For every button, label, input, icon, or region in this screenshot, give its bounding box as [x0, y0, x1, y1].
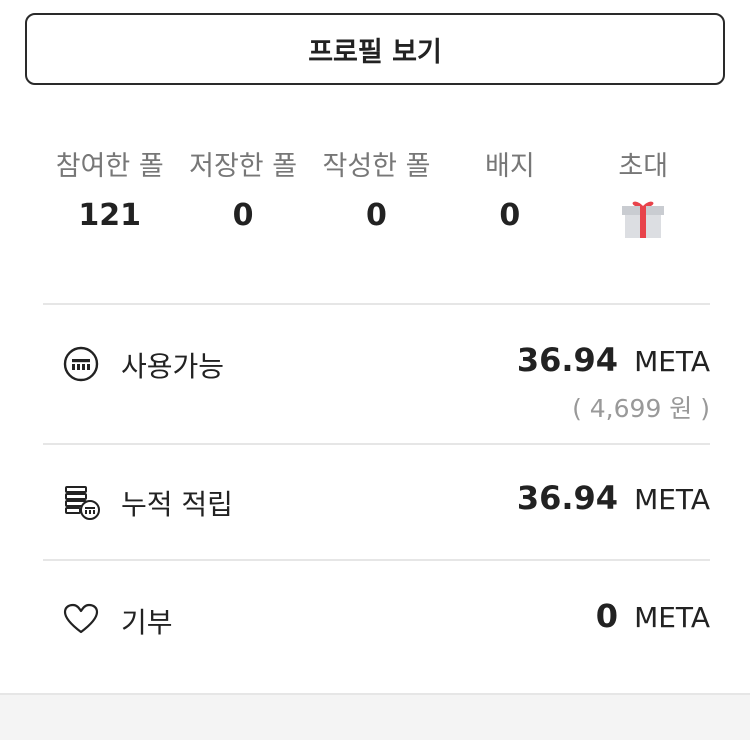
stat-value: 0: [366, 198, 387, 233]
stat-label: 초대: [618, 151, 669, 182]
stat-label: 작성한 폴: [322, 151, 431, 182]
section-separator: [0, 693, 750, 740]
amount-unit: META: [634, 483, 710, 516]
stat-label: 배지: [485, 151, 535, 182]
gift-icon[interactable]: [621, 199, 665, 243]
stat-value: 0: [499, 198, 521, 233]
accumulated-amount: 36.94 META: [517, 479, 710, 517]
amount-unit: META: [634, 345, 710, 378]
accumulated-row[interactable]: 누적 적립 36.94 META: [43, 445, 710, 559]
view-profile-button[interactable]: 프로필 보기: [25, 13, 725, 85]
amount-unit: META: [634, 601, 710, 634]
activity-stats: 참여한 폴 121 저장한 폴 0 작성한 폴 0 배지 0 초대: [43, 145, 710, 255]
amount-value: 36.94: [516, 341, 619, 379]
stat-badges[interactable]: 배지 0: [443, 145, 576, 255]
stat-saved-polls[interactable]: 저장한 폴 0: [176, 145, 309, 255]
coin-stack-icon: [63, 483, 101, 525]
amount-value: 36.94: [516, 479, 619, 517]
stat-invite[interactable]: 초대: [577, 145, 710, 255]
accumulated-label: 누적 적립: [121, 488, 233, 521]
heart-icon: [63, 603, 99, 639]
available-label: 사용가능: [121, 350, 225, 383]
stat-value: 121: [78, 198, 141, 233]
stat-participated-polls[interactable]: 참여한 폴 121: [43, 145, 176, 255]
donation-row[interactable]: 기부 0 META: [43, 561, 710, 671]
stat-label: 저장한 폴: [189, 151, 298, 182]
available-amount: 36.94 META: [517, 341, 710, 379]
stat-created-polls[interactable]: 작성한 폴 0: [310, 145, 443, 255]
amount-value: 0: [595, 597, 619, 635]
available-balance-row[interactable]: 사용가능 36.94 META ( 4,699 원 ): [43, 305, 710, 443]
krw-equivalent: ( 4,699 원 ): [572, 394, 710, 423]
stat-value: 0: [232, 198, 254, 233]
donation-amount: 0 META: [596, 597, 710, 635]
donation-label: 기부: [121, 606, 173, 639]
meta-coin-icon: [63, 346, 99, 386]
stat-label: 참여한 폴: [55, 151, 164, 182]
